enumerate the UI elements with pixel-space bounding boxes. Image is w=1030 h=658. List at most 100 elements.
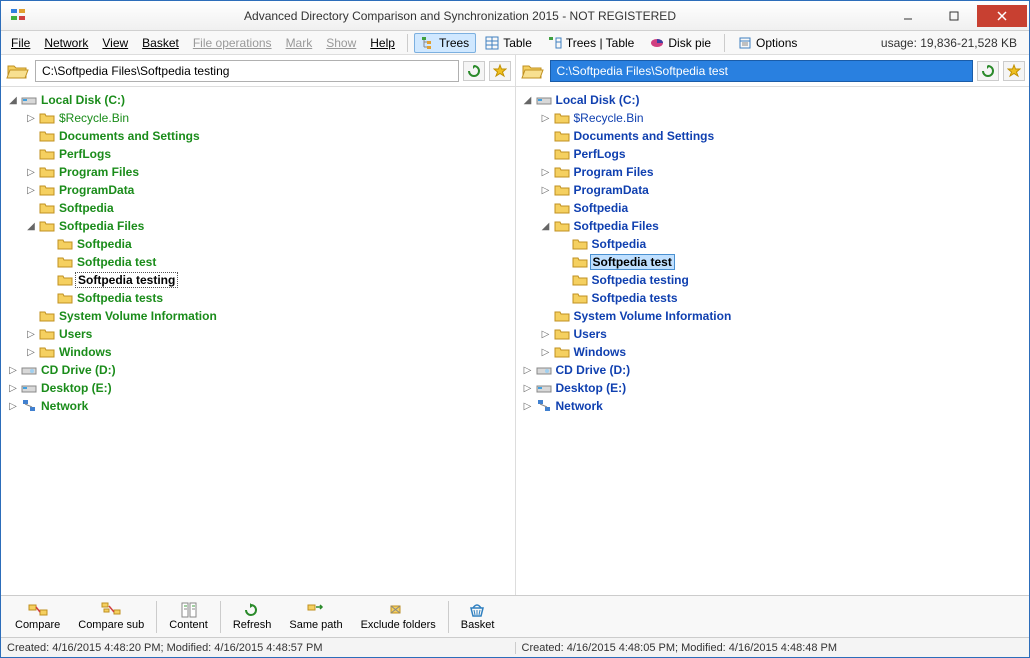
tree-sf-tests[interactable]: Softpedia tests bbox=[558, 289, 1024, 307]
trees-label: Trees bbox=[439, 36, 469, 50]
window-title: Advanced Directory Comparison and Synchr… bbox=[35, 9, 885, 23]
content-button[interactable]: Content bbox=[161, 600, 216, 633]
tree-sf-tests[interactable]: Softpedia tests bbox=[43, 289, 509, 307]
tree-sf-test[interactable]: Softpedia test bbox=[558, 253, 1024, 271]
tree-cd-drive[interactable]: ▷CD Drive (D:) bbox=[522, 361, 1024, 379]
disk-pie-label: Disk pie bbox=[668, 36, 711, 50]
tree-network[interactable]: ▷Network bbox=[7, 397, 509, 415]
tree-program-files[interactable]: ▷Program Files bbox=[25, 163, 509, 181]
menu-basket[interactable]: Basket bbox=[136, 34, 185, 52]
tree-users[interactable]: ▷Users bbox=[540, 325, 1024, 343]
content-icon bbox=[179, 602, 199, 618]
tree-cd-drive[interactable]: ▷CD Drive (D:) bbox=[7, 361, 509, 379]
right-refresh-button[interactable] bbox=[977, 61, 999, 81]
content-label: Content bbox=[169, 619, 208, 631]
tree-docs[interactable]: Documents and Settings bbox=[25, 127, 509, 145]
tree-local-disk[interactable]: ◢Local Disk (C:) bbox=[7, 91, 509, 109]
folder-icon bbox=[554, 344, 570, 360]
tree-sf-testing[interactable]: Softpedia testing bbox=[43, 271, 509, 289]
folder-open-icon[interactable] bbox=[5, 60, 31, 82]
folder-open-icon[interactable] bbox=[520, 60, 546, 82]
folder-icon bbox=[572, 272, 588, 288]
folder-icon bbox=[554, 146, 570, 162]
right-favorite-button[interactable] bbox=[1003, 61, 1025, 81]
menu-file-operations: File operations bbox=[187, 34, 278, 52]
compare-sub-button[interactable]: Compare sub bbox=[70, 600, 152, 633]
options-button[interactable]: Options bbox=[731, 33, 804, 53]
minimize-button[interactable] bbox=[885, 5, 931, 27]
folder-icon bbox=[39, 146, 55, 162]
folder-icon bbox=[39, 128, 55, 144]
table-label: Table bbox=[503, 36, 532, 50]
close-button[interactable] bbox=[977, 5, 1027, 27]
tree-local-disk[interactable]: ◢Local Disk (C:) bbox=[522, 91, 1024, 109]
tree-recycle[interactable]: ▷$Recycle.Bin bbox=[25, 109, 509, 127]
maximize-button[interactable] bbox=[931, 5, 977, 27]
disk-pie-icon bbox=[650, 36, 664, 50]
tree-sysvol[interactable]: System Volume Information bbox=[25, 307, 509, 325]
left-pathbar: C:\Softpedia Files\Softpedia testing bbox=[1, 55, 515, 87]
tree-perflogs[interactable]: PerfLogs bbox=[25, 145, 509, 163]
tree-docs[interactable]: Documents and Settings bbox=[540, 127, 1024, 145]
left-refresh-button[interactable] bbox=[463, 61, 485, 81]
menu-view[interactable]: View bbox=[96, 34, 134, 52]
folder-icon bbox=[39, 182, 55, 198]
tree-sf-softpedia[interactable]: Softpedia bbox=[43, 235, 509, 253]
menu-file[interactable]: File bbox=[5, 34, 36, 52]
tree-softpedia-files[interactable]: ◢Softpedia Files bbox=[540, 217, 1024, 235]
tree-softpedia[interactable]: Softpedia bbox=[25, 199, 509, 217]
folder-icon bbox=[39, 308, 55, 324]
tree-recycle[interactable]: ▷$Recycle.Bin bbox=[540, 109, 1024, 127]
right-tree-panel[interactable]: ◢Local Disk (C:) ▷$Recycle.Bin Documents… bbox=[516, 87, 1030, 595]
same-path-button[interactable]: Same path bbox=[281, 600, 350, 633]
folder-icon bbox=[39, 326, 55, 342]
folder-icon bbox=[554, 110, 570, 126]
network-icon bbox=[536, 398, 552, 414]
tree-desktop[interactable]: ▷Desktop (E:) bbox=[522, 379, 1024, 397]
left-favorite-button[interactable] bbox=[489, 61, 511, 81]
right-path-input[interactable]: C:\Softpedia Files\Softpedia test bbox=[550, 60, 974, 82]
trees-table-button[interactable]: Trees | Table bbox=[541, 33, 641, 53]
tree-softpedia-files[interactable]: ◢Softpedia Files bbox=[25, 217, 509, 235]
folder-icon bbox=[554, 326, 570, 342]
tree-network[interactable]: ▷Network bbox=[522, 397, 1024, 415]
tree-perflogs[interactable]: PerfLogs bbox=[540, 145, 1024, 163]
tree-users[interactable]: ▷Users bbox=[25, 325, 509, 343]
left-path-input[interactable]: C:\Softpedia Files\Softpedia testing bbox=[35, 60, 459, 82]
compare-icon bbox=[28, 602, 48, 618]
separator bbox=[448, 601, 449, 633]
cd-drive-icon bbox=[536, 362, 552, 378]
tree-program-files[interactable]: ▷Program Files bbox=[540, 163, 1024, 181]
tree-windows[interactable]: ▷Windows bbox=[25, 343, 509, 361]
folder-icon bbox=[572, 236, 588, 252]
tree-sf-testing[interactable]: Softpedia testing bbox=[558, 271, 1024, 289]
menu-network[interactable]: Network bbox=[38, 34, 94, 52]
usage-label: usage: 19,836-21,528 KB bbox=[881, 36, 1025, 50]
trees-table-label: Trees | Table bbox=[566, 36, 634, 50]
folder-icon bbox=[57, 236, 73, 252]
status-left: Created: 4/16/2015 4:48:20 PM; Modified:… bbox=[1, 642, 515, 654]
basket-button[interactable]: Basket bbox=[453, 600, 503, 633]
tree-programdata[interactable]: ▷ProgramData bbox=[25, 181, 509, 199]
exclude-folders-button[interactable]: Exclude folders bbox=[353, 600, 444, 633]
tree-programdata[interactable]: ▷ProgramData bbox=[540, 181, 1024, 199]
tree-softpedia[interactable]: Softpedia bbox=[540, 199, 1024, 217]
trees-button[interactable]: Trees bbox=[414, 33, 476, 53]
tree-desktop[interactable]: ▷Desktop (E:) bbox=[7, 379, 509, 397]
menu-help[interactable]: Help bbox=[364, 34, 401, 52]
left-tree-panel[interactable]: ◢Local Disk (C:) ▷$Recycle.Bin Documents… bbox=[1, 87, 516, 595]
folder-icon bbox=[572, 290, 588, 306]
tree-sf-softpedia[interactable]: Softpedia bbox=[558, 235, 1024, 253]
statusbar: Created: 4/16/2015 4:48:20 PM; Modified:… bbox=[1, 637, 1029, 657]
refresh-button[interactable]: Refresh bbox=[225, 600, 280, 633]
refresh-icon bbox=[981, 64, 995, 78]
tree-sf-test[interactable]: Softpedia test bbox=[43, 253, 509, 271]
options-label: Options bbox=[756, 36, 797, 50]
tree-sysvol[interactable]: System Volume Information bbox=[540, 307, 1024, 325]
tree-windows[interactable]: ▷Windows bbox=[540, 343, 1024, 361]
table-button[interactable]: Table bbox=[478, 33, 539, 53]
folder-icon bbox=[554, 200, 570, 216]
compare-button[interactable]: Compare bbox=[7, 600, 68, 633]
disk-pie-button[interactable]: Disk pie bbox=[643, 33, 718, 53]
drive-icon bbox=[21, 380, 37, 396]
